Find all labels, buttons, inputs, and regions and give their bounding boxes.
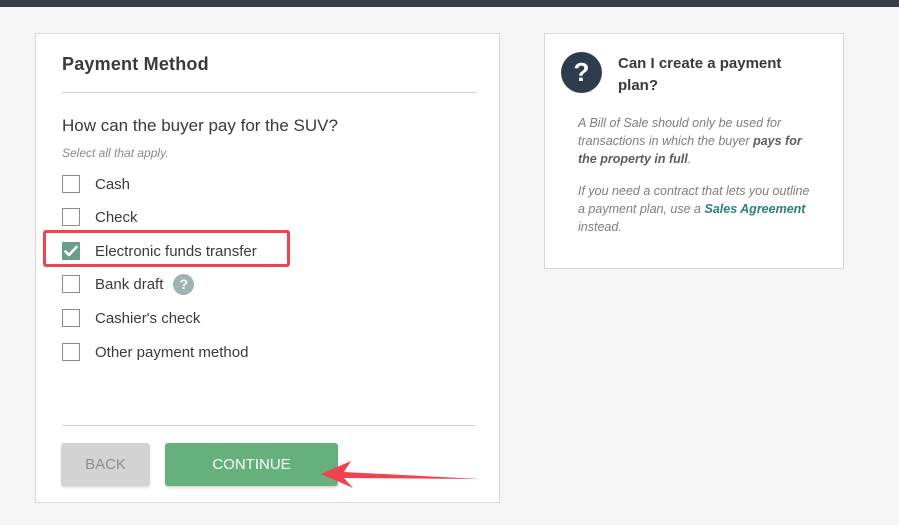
option-other-payment-method[interactable]: Other payment method — [62, 341, 248, 363]
checkbox[interactable] — [62, 175, 80, 193]
option-label: Bank draft — [95, 275, 164, 293]
option-cashiers-check[interactable]: Cashier's check — [62, 307, 200, 329]
title-divider — [62, 92, 476, 93]
help-title: Can I create a payment plan? — [618, 55, 782, 94]
checkbox[interactable] — [62, 208, 80, 226]
option-label: Cash — [95, 175, 131, 193]
red-arrow-annotation — [321, 461, 480, 488]
checkbox[interactable] — [62, 275, 80, 293]
sales-agreement-link[interactable]: Sales Agreement — [704, 202, 805, 216]
continue-button[interactable]: CONTINUE — [165, 443, 338, 486]
option-label: Other payment method — [95, 343, 249, 361]
option-bank-draft[interactable]: Bank draft ? — [62, 273, 195, 295]
question-circle-icon: ? — [561, 52, 602, 93]
help-text: instead. — [578, 220, 622, 234]
top-bar — [0, 0, 899, 7]
help-text: . — [687, 152, 692, 166]
help-card: ? Can I create a payment plan? A Bill of… — [544, 33, 844, 269]
checkbox[interactable] — [62, 343, 80, 361]
option-label: Check — [95, 208, 138, 226]
help-paragraph-1: A Bill of Sale should only be used for t… — [578, 114, 818, 168]
help-text: A Bill of Sale should only be used for t… — [578, 116, 782, 148]
footer-divider — [62, 425, 476, 426]
back-button[interactable]: BACK — [61, 443, 150, 486]
checkbox[interactable] — [62, 309, 80, 327]
option-label: Cashier's check — [95, 309, 201, 327]
help-paragraph-2: If you need a contract that lets you out… — [578, 182, 818, 236]
payment-method-card: Payment Method How can the buyer pay for… — [35, 33, 500, 503]
card-title: Payment Method — [62, 54, 209, 74]
highlight-box-annotation — [43, 230, 290, 267]
option-check[interactable]: Check — [62, 206, 138, 228]
hint-text: Select all that apply. — [62, 146, 169, 160]
question-help-icon[interactable]: ? — [173, 273, 195, 295]
question-text: How can the buyer pay for the SUV? — [62, 116, 338, 135]
option-cash[interactable]: Cash — [62, 173, 130, 195]
